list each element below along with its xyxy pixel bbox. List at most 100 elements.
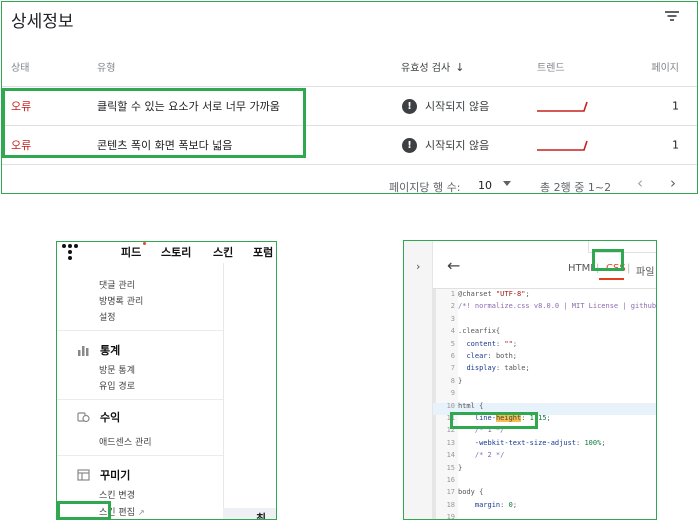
menu-item-adsense[interactable]: 애드센스 관리 xyxy=(99,435,152,448)
code-line[interactable]: .clearfix{ xyxy=(458,327,500,335)
side-rail: › xyxy=(404,241,433,519)
chevron-left-icon[interactable]: ‹ xyxy=(637,174,643,192)
rows-per-page-select[interactable]: 10 xyxy=(478,179,492,192)
line-number: 3 xyxy=(450,314,455,323)
validation-status: ! 시작되지 않음 xyxy=(402,98,489,114)
tab-separator: | xyxy=(627,263,631,274)
line-number: 12 xyxy=(446,426,455,435)
active-tab-indicator xyxy=(599,278,624,280)
tab-separator: | xyxy=(596,263,600,274)
content-column xyxy=(223,263,276,508)
chevron-right-icon[interactable]: › xyxy=(670,174,676,192)
status-badge: 오류 xyxy=(11,139,32,152)
menu-item-visit-stats[interactable]: 방문 통계 xyxy=(99,363,135,376)
line-number: 9 xyxy=(450,389,455,398)
external-link-icon: ↗ xyxy=(137,508,145,517)
chevron-right-icon[interactable]: › xyxy=(416,260,420,273)
rows-per-page-label: 페이지당 행 수: xyxy=(389,181,461,194)
line-number: 15 xyxy=(446,463,455,472)
page-count: 1 xyxy=(672,138,679,152)
table-row[interactable]: 오류 콘텐츠 폭이 화면 폭보다 넓음 ! 시작되지 않음 1 xyxy=(2,126,697,164)
code-line[interactable]: @charset "UTF-8"; xyxy=(458,290,530,298)
code-editor-panel: › ← HTML | CSS | 파일 1 @charset "UTF-8"; 2/… xyxy=(403,240,657,520)
truncated-heading: 최 xyxy=(256,512,267,520)
divider xyxy=(57,455,223,456)
line-number: 16 xyxy=(446,476,455,484)
code-line[interactable]: margin: 0; xyxy=(458,501,517,509)
menu-item-skin-edit-label: 스킨 편집 xyxy=(99,508,135,518)
line-number: 11 xyxy=(446,414,455,422)
code-line[interactable]: } xyxy=(458,464,462,472)
arrow-left-icon[interactable]: ← xyxy=(447,256,460,275)
menu-item-skin-edit[interactable]: 스킨 편집 ↗ xyxy=(99,505,145,518)
line-number: 14 xyxy=(446,451,455,460)
section-customize[interactable]: 꾸미기 xyxy=(77,467,130,483)
trend-sparkline xyxy=(537,140,588,151)
tab-file[interactable]: 파일 xyxy=(636,263,654,278)
column-header-pages[interactable]: 페이지 xyxy=(651,59,679,74)
code-line[interactable]: clear: both; xyxy=(458,352,517,360)
table-row[interactable]: 오류 클릭할 수 있는 요소가 서로 너무 가까움 ! 시작되지 않음 1 xyxy=(2,87,697,125)
warning-icon: ! xyxy=(402,137,417,153)
code-line[interactable]: content: ""; xyxy=(458,340,517,348)
logo-icon[interactable] xyxy=(60,243,80,261)
section-label: 꾸미기 xyxy=(100,469,131,482)
code-line[interactable]: -webkit-text-size-adjust: 100%; xyxy=(458,439,606,447)
caret-down-icon[interactable] xyxy=(503,181,511,186)
validation-text: 시작되지 않음 xyxy=(425,139,490,152)
code-line[interactable]: display: table; xyxy=(458,364,529,372)
validation-text: 시작되지 않음 xyxy=(425,100,490,113)
menu-item-comments[interactable]: 댓글 관리 xyxy=(99,278,135,291)
line-number: 10 xyxy=(446,401,455,410)
filter-icon[interactable] xyxy=(665,11,679,22)
page-count: 1 xyxy=(672,99,679,113)
code-line[interactable]: body { xyxy=(458,488,483,496)
column-header-trend[interactable]: 트렌드 xyxy=(537,59,565,74)
nav-skin[interactable]: 스킨 xyxy=(213,244,233,260)
divider xyxy=(2,164,697,165)
line-number: 5 xyxy=(450,339,455,348)
nav-feed[interactable]: 피드 xyxy=(121,244,141,260)
blog-admin-panel: 피드 스토리 스킨 포럼 최 댓글 관리 방명록 관리 설정 통계 방문 통계 … xyxy=(56,241,277,520)
trend-sparkline xyxy=(537,101,588,112)
nav-story[interactable]: 스토리 xyxy=(161,244,191,260)
tooltip-box xyxy=(588,241,656,253)
menu-item-referrers[interactable]: 유입 경로 xyxy=(99,379,135,392)
section-revenue[interactable]: 수익 xyxy=(77,409,120,425)
warning-icon: ! xyxy=(402,98,417,114)
column-header-type[interactable]: 유형 xyxy=(97,59,115,74)
tab-html[interactable]: HTML xyxy=(568,263,596,274)
line-number: 8 xyxy=(450,376,455,385)
line-number: 18 xyxy=(446,500,455,509)
coins-icon xyxy=(77,412,90,423)
code-line[interactable]: /* 1 */ xyxy=(458,426,505,434)
issue-type: 콘텐츠 폭이 화면 폭보다 넓음 xyxy=(97,139,233,152)
column-header-validation[interactable]: 유효성 검사 ↓ xyxy=(401,59,464,74)
validation-status: ! 시작되지 않음 xyxy=(402,137,489,153)
divider xyxy=(57,399,223,400)
section-label: 수익 xyxy=(100,411,121,424)
bar-chart-icon xyxy=(78,346,89,356)
divider xyxy=(57,330,223,331)
menu-item-skin-change[interactable]: 스킨 변경 xyxy=(99,488,135,501)
tab-css[interactable]: CSS xyxy=(606,263,626,274)
page-title: 상세정보 xyxy=(11,12,74,32)
menu-item-settings[interactable]: 설정 xyxy=(99,310,116,323)
code-line[interactable]: line-height: 1.15; xyxy=(458,414,551,422)
code-line[interactable]: /* 2 */ xyxy=(458,451,505,459)
arrow-down-icon: ↓ xyxy=(455,61,465,74)
section-stats[interactable]: 통계 xyxy=(77,342,120,358)
column-header-status[interactable]: 상태 xyxy=(11,59,29,74)
menu-item-guestbook[interactable]: 방명록 관리 xyxy=(99,294,143,307)
notification-dot xyxy=(143,242,146,245)
nav-forum[interactable]: 포럼 xyxy=(253,244,273,260)
code-line[interactable]: } xyxy=(458,377,462,385)
line-number: 19 xyxy=(446,513,455,520)
issue-type: 클릭할 수 있는 요소가 서로 너무 가까움 xyxy=(97,100,280,113)
code-line[interactable]: /*! normalize.css v8.0.0 | MIT License |… xyxy=(458,302,656,310)
section-label: 통계 xyxy=(100,344,121,357)
layout-icon xyxy=(77,469,90,481)
code-line[interactable]: html { xyxy=(458,402,483,410)
line-number: 17 xyxy=(446,488,455,497)
column-header-validation-label: 유효성 검사 xyxy=(401,63,451,74)
